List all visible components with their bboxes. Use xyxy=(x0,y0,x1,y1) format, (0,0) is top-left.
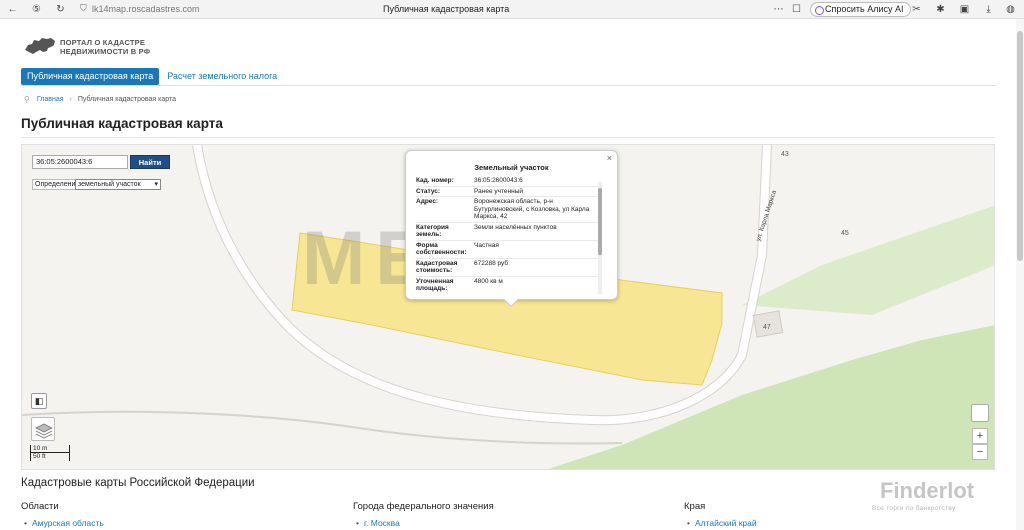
popup-value: 672288 руб xyxy=(474,259,509,267)
back-icon[interactable]: ← xyxy=(6,3,19,16)
top-navigation: Публичная кадастровая карта Расчет земел… xyxy=(21,68,283,85)
house-number: 43 xyxy=(781,151,789,158)
column-heading-oblasts: Области xyxy=(21,501,59,512)
profile-icon[interactable]: ◍ xyxy=(1004,3,1017,16)
find-button[interactable]: Найти xyxy=(130,155,170,169)
popup-key: Адрес: xyxy=(416,198,439,205)
popup-scrollbar-thumb[interactable] xyxy=(598,188,602,255)
popup-rows: Кад. номер: 36:05:2600043:6 Статус: Ранее … xyxy=(416,176,602,292)
breadcrumb: ⚲ Главная › Публичная кадастровая карта xyxy=(24,95,176,104)
breadcrumb-home[interactable]: Главная xyxy=(37,96,64,103)
location-pin-icon: ⚲ xyxy=(24,95,30,104)
divider xyxy=(21,137,995,138)
popup-key: Форма собственности: xyxy=(416,241,467,257)
zoom-out-button[interactable]: − xyxy=(972,444,988,460)
popup-value: 36:05:2600043:6 xyxy=(474,177,523,184)
parcel-info-popup: × Земельный участок Кад. номер: 36:05:260… xyxy=(405,150,618,308)
divider xyxy=(21,85,995,86)
address-bar[interactable]: lk14map.roscadastres.com xyxy=(92,4,200,14)
house-number: 45 xyxy=(841,230,849,237)
region-link[interactable]: Амурская область xyxy=(24,518,104,528)
zoom-in-button[interactable]: + xyxy=(972,428,988,444)
scale-feet: 50 ft xyxy=(30,453,70,461)
popup-value: 4800 кв м xyxy=(474,277,503,285)
tab-title: Публичная кадастровая карта xyxy=(383,4,510,14)
bookmark-icon[interactable]: ☐ xyxy=(790,3,803,16)
finderlot-watermark: Finderlot xyxy=(880,478,975,503)
close-icon[interactable]: × xyxy=(607,153,612,163)
finderlot-subtitle: Все торги по банкротству xyxy=(872,505,956,512)
map-mode-button[interactable] xyxy=(971,404,989,422)
reload-icon[interactable]: ↻ xyxy=(54,3,67,16)
regions-title: Кадастровые карты Российской Федерации xyxy=(21,477,255,489)
region-link[interactable]: Алтайский край xyxy=(687,518,757,528)
column-heading-krais: Края xyxy=(684,501,706,512)
collections-icon[interactable]: ▣ xyxy=(958,3,971,16)
page-scrollbar[interactable] xyxy=(1016,19,1024,530)
popup-row: Уточненная площадь: 4800 кв м xyxy=(416,277,602,293)
tab-public-cadastral-map[interactable]: Публичная кадастровая карта xyxy=(21,68,160,85)
popup-key: Уточненная площадь: xyxy=(416,277,454,293)
extensions-icon[interactable]: ✱ xyxy=(934,3,947,16)
popup-row: Кадастровая стоимость: 672288 руб xyxy=(416,259,602,277)
column-heading-federal-cities: Города федерального значения xyxy=(353,501,494,512)
popup-row: Форма собственности: Частная xyxy=(416,241,602,259)
page-title: Публичная кадастровая карта xyxy=(21,116,223,131)
region-link[interactable]: г. Москва xyxy=(356,518,400,528)
popup-scrollbar[interactable] xyxy=(598,182,602,294)
cadastral-map[interactable]: МЕТСА 43 45 47 ул. Карла Маркса 36:05:26… xyxy=(21,144,995,470)
logo-text[interactable]: ПОРТАЛ О КАДАСТРЕ НЕДВИЖИМОСТИ В РФ xyxy=(60,38,150,56)
browser-toolbar: ← ⑤ ↻ ⛉ lk14map.roscadastres.com Публичн… xyxy=(0,0,1024,19)
menu-dots-icon[interactable]: ⋯ xyxy=(772,3,785,16)
green-area xyxy=(742,205,994,315)
layers-icon xyxy=(35,423,53,439)
tab-land-tax-calc[interactable]: Расчет земельного налога xyxy=(161,68,283,85)
popup-row: Категория земель: Земли населённых пункто… xyxy=(416,223,602,241)
popup-title: Земельный участок xyxy=(474,163,549,172)
map-scale: 10 m 50 ft xyxy=(30,445,70,461)
popup-value: Земли населённых пунктов xyxy=(474,223,557,231)
popup-row: Статус: Ранее учтенный xyxy=(416,187,602,197)
popup-key: Статус: xyxy=(416,187,441,195)
ask-alice-button[interactable]: Спросить Алису AI xyxy=(810,2,911,17)
popup-row: Кад. номер: 36:05:2600043:6 xyxy=(416,176,602,187)
breadcrumb-current: Публичная кадастровая карта xyxy=(77,96,177,103)
scrollbar-thumb[interactable] xyxy=(1017,31,1023,261)
breadcrumb-separator: › xyxy=(69,96,72,103)
russia-map-logo-icon[interactable] xyxy=(23,36,57,56)
scale-meters: 10 m xyxy=(30,445,70,453)
popup-key: Кадастровая стоимость: xyxy=(416,259,458,275)
fullscreen-icon[interactable]: ◧ xyxy=(31,393,47,409)
yandex-icon[interactable]: ⑤ xyxy=(30,3,43,16)
shield-icon: ⛉ xyxy=(80,3,87,13)
cadastral-search-input[interactable]: 36:05:2600043:6 xyxy=(32,155,128,169)
popup-value: Ранее учтенный xyxy=(474,187,523,195)
definition-select[interactable]: земельный участок xyxy=(75,179,161,190)
download-icon[interactable]: ⤓ xyxy=(982,3,995,16)
popup-key: Кад. номер: xyxy=(416,177,454,184)
tools-icon[interactable]: ✂ xyxy=(910,3,923,16)
house-number: 47 xyxy=(763,324,771,331)
popup-value: Частная xyxy=(474,241,499,249)
popup-value: Воронежская область, р-н Бутурлиновский,… xyxy=(474,198,590,220)
popup-key: Категория земель: xyxy=(416,223,449,239)
layers-button[interactable] xyxy=(31,417,55,441)
popup-row: Адрес: Воронежская область, р-н Бутурлино… xyxy=(416,197,602,223)
